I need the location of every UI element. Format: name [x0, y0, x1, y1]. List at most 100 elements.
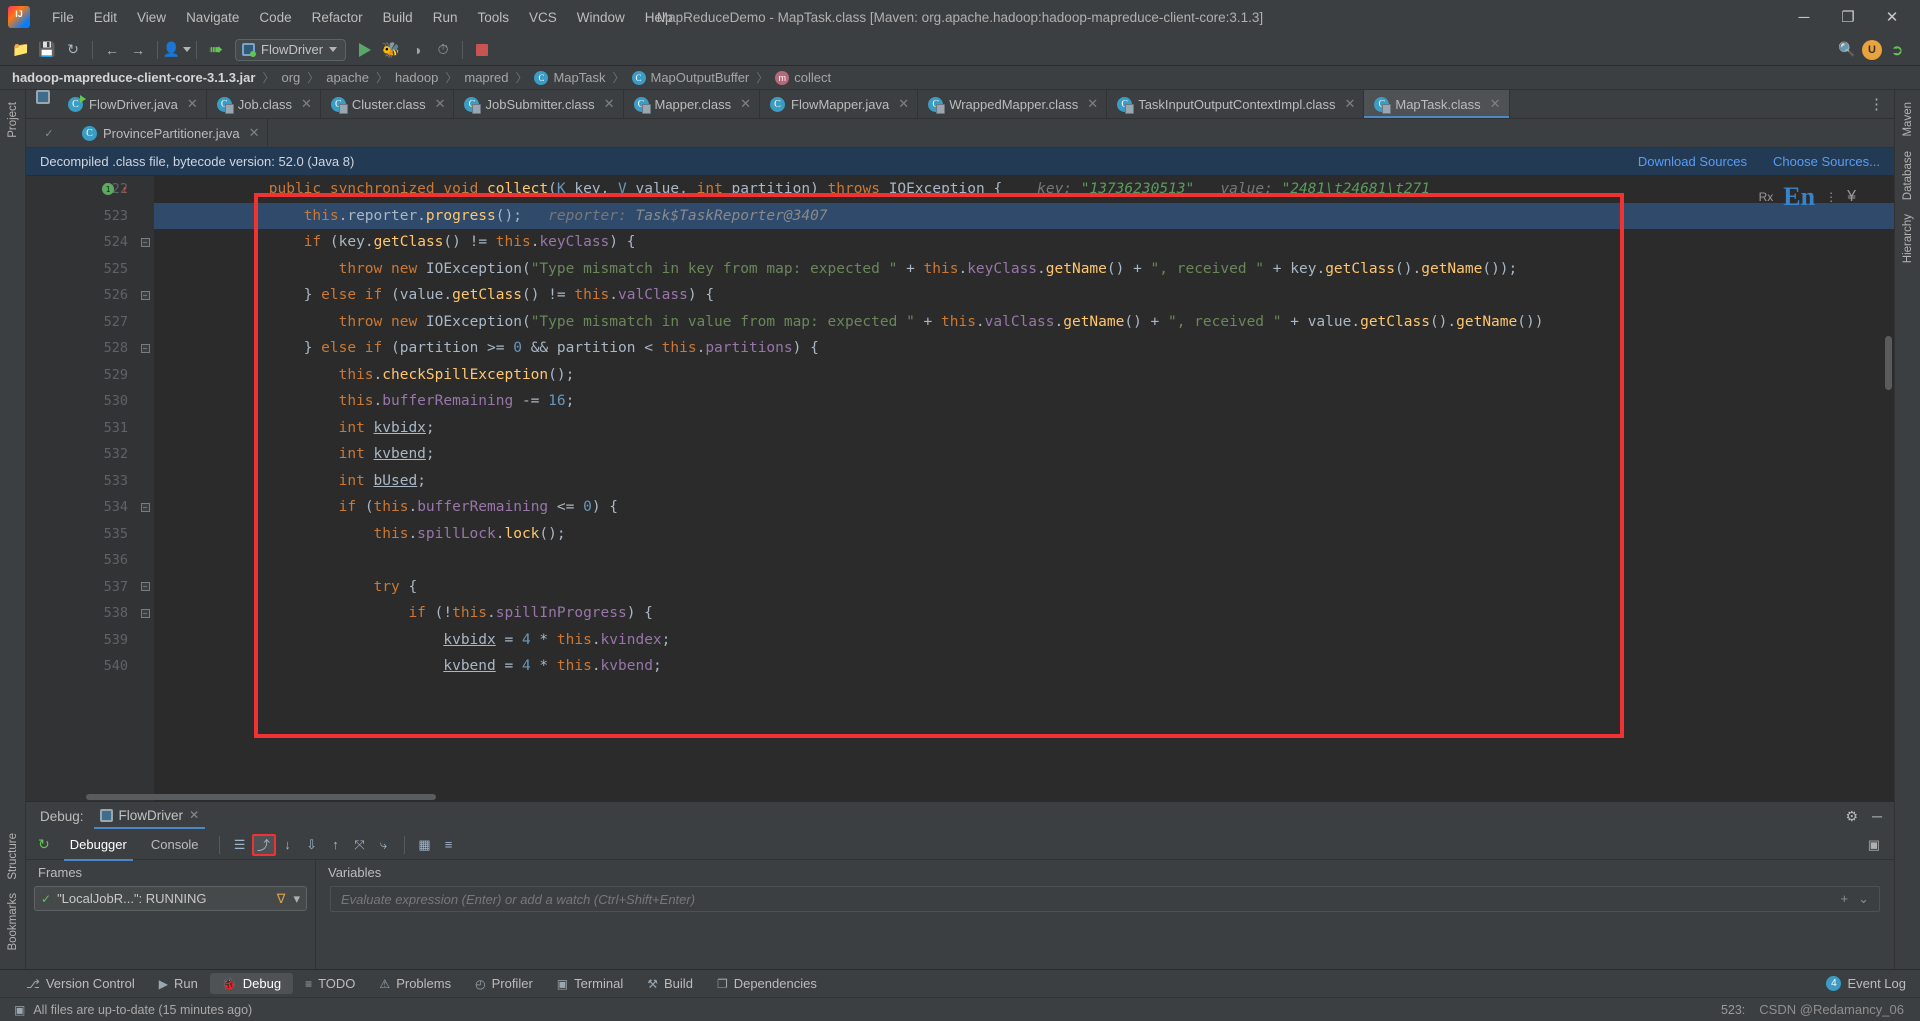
code-line[interactable]: if (key.getClass() != this.keyClass) { — [154, 229, 1894, 256]
choose-sources-link[interactable]: Choose Sources... — [1773, 154, 1880, 169]
tab-debugger[interactable]: Debugger — [58, 833, 139, 861]
breadcrumb-item-hadoop[interactable]: hadoop — [395, 70, 438, 85]
editor-vscrollbar[interactable] — [1882, 176, 1894, 801]
fold-marker[interactable] — [136, 653, 154, 680]
fold-marker[interactable] — [136, 362, 154, 389]
fold-marker[interactable]: − — [136, 600, 154, 627]
search-everywhere-icon[interactable]: 🔍 — [1834, 38, 1860, 62]
code-line[interactable]: throw new IOException("Type mismatch in … — [154, 256, 1894, 283]
toolwindow-dependencies[interactable]: ❐ Dependencies — [705, 973, 829, 994]
run-to-cursor-icon[interactable]: ⤷ — [372, 834, 396, 856]
tab-close-icon[interactable]: ✕ — [740, 96, 751, 112]
tab-job-class[interactable]: C Job.class ✕ — [206, 90, 321, 118]
fold-marker[interactable] — [136, 388, 154, 415]
toolwindow-profiler[interactable]: ◴ Profiler — [463, 973, 545, 994]
code-line[interactable]: int kvbidx; — [154, 415, 1894, 442]
editor-vscrollbar-thumb[interactable] — [1885, 336, 1892, 390]
debug-session-tab[interactable]: FlowDriver ✕ — [93, 803, 206, 829]
code-line[interactable]: int bUsed; — [154, 468, 1894, 495]
breadcrumb-item-collect[interactable]: m collect — [775, 70, 831, 85]
code-line[interactable]: this.reporter.progress(); reporter: Task… — [154, 202, 1894, 229]
code-line[interactable]: this.bufferRemaining -= 16; — [154, 388, 1894, 415]
code-line[interactable]: } else if (value.getClass() != this.valC… — [154, 282, 1894, 309]
close-button[interactable]: ✕ — [1870, 1, 1914, 33]
tab-taskinputoutputcontextimpl-class[interactable]: C TaskInputOutputContextImpl.class ✕ — [1107, 90, 1365, 118]
editor-hscrollbar-thumb[interactable] — [86, 794, 436, 800]
menu-file[interactable]: File — [42, 6, 84, 29]
tab-close-icon[interactable]: ✕ — [249, 125, 260, 141]
mute-breakpoints-icon[interactable]: ≡ — [437, 834, 461, 856]
fold-toggle-icon[interactable]: − — [140, 237, 150, 247]
fold-marker[interactable]: − — [136, 574, 154, 601]
line-number[interactable]: 524 — [26, 229, 136, 256]
line-number[interactable]: 533 — [26, 468, 136, 495]
add-watch-icon[interactable]: + — [1841, 891, 1849, 907]
fold-marker[interactable]: − — [136, 335, 154, 362]
editor-hscrollbar[interactable] — [26, 793, 1894, 801]
code-line[interactable]: public synchronized void collect(K key, … — [154, 176, 1894, 203]
sidebar-item-maven[interactable]: Maven — [1899, 96, 1917, 143]
sidebar-item-hierarchy[interactable]: Hierarchy — [1899, 208, 1917, 269]
line-number[interactable]: 540 — [26, 653, 136, 680]
toolwindow-problems[interactable]: ⚠ Problems — [367, 973, 463, 994]
run-configuration-selector[interactable]: FlowDriver — [235, 38, 347, 61]
avatar[interactable]: U — [1862, 39, 1882, 60]
line-number[interactable]: 539 — [26, 627, 136, 654]
run-button[interactable] — [352, 38, 378, 62]
toolwindow-todo[interactable]: ≡ TODO — [293, 973, 367, 994]
menu-build[interactable]: Build — [373, 6, 423, 29]
tab-close-icon[interactable]: ✕ — [435, 96, 446, 112]
code-line[interactable]: throw new IOException("Type mismatch in … — [154, 309, 1894, 336]
chevron-down-icon[interactable]: ▾ — [293, 891, 300, 907]
fold-toggle-icon[interactable]: − — [140, 343, 150, 353]
tab-flowdriver-java[interactable]: C FlowDriver.java ✕ — [58, 90, 207, 118]
event-log-button[interactable]: 4 Event Log — [1826, 976, 1906, 991]
tab-flowmapper-java[interactable]: C FlowMapper.java ✕ — [760, 90, 919, 118]
tab-cluster-class[interactable]: C Cluster.class ✕ — [320, 90, 455, 118]
fold-toggle-icon[interactable]: − — [140, 582, 150, 592]
fold-toggle-icon[interactable]: − — [140, 502, 150, 512]
save-all-icon[interactable]: 💾 — [34, 38, 60, 62]
toolwindow-build[interactable]: ⚒ Build — [635, 973, 705, 994]
tab-close-icon[interactable]: ✕ — [187, 96, 198, 112]
fold-marker[interactable]: − — [136, 229, 154, 256]
session-close-icon[interactable]: ✕ — [189, 808, 199, 822]
code-line[interactable] — [154, 547, 1894, 574]
code-line[interactable]: this.spillLock.lock(); — [154, 521, 1894, 548]
menu-tools[interactable]: Tools — [467, 6, 519, 29]
fold-marker[interactable]: − — [136, 282, 154, 309]
sidebar-item-structure[interactable]: Structure — [4, 827, 22, 886]
menu-vcs[interactable]: VCS — [519, 6, 567, 29]
tab-close-icon[interactable]: ✕ — [1490, 96, 1501, 112]
bookmark-icon[interactable]: 1 — [102, 183, 114, 196]
tab-console[interactable]: Console — [139, 833, 211, 856]
rerun-debug-icon[interactable]: ↻ — [36, 836, 58, 853]
menu-edit[interactable]: Edit — [84, 6, 127, 29]
debug-settings-icon[interactable]: ⚙ — [1846, 808, 1859, 825]
fold-marker[interactable] — [136, 415, 154, 442]
tab-close-icon[interactable]: ✕ — [604, 96, 615, 112]
code-line[interactable]: if (this.bufferRemaining <= 0) { — [154, 494, 1894, 521]
line-number[interactable]: 531 — [26, 415, 136, 442]
frame-selector[interactable]: ✓ "LocalJobR...": RUNNING ∇ ▾ — [34, 886, 307, 911]
filter-icon[interactable]: ∇ — [277, 891, 286, 907]
maximize-button[interactable]: ❐ — [1826, 1, 1870, 33]
code-line[interactable]: this.checkSpillException(); — [154, 362, 1894, 389]
fold-toggle-icon[interactable]: − — [140, 290, 150, 300]
minimize-button[interactable]: ─ — [1782, 1, 1826, 33]
restore-layout-icon[interactable]: ▣ — [1868, 837, 1894, 853]
code-line[interactable]: if (!this.spillInProgress) { — [154, 600, 1894, 627]
line-number[interactable]: 528 — [26, 335, 136, 362]
breadcrumb-item-jar[interactable]: hadoop-mapreduce-client-core-3.1.3.jar — [12, 70, 255, 85]
line-number[interactable]: 530 — [26, 388, 136, 415]
line-number[interactable]: 526 — [26, 282, 136, 309]
breadcrumb-item-maptask[interactable]: C MapTask — [534, 70, 605, 85]
open-project-icon[interactable]: 📁 — [8, 38, 34, 62]
menu-navigate[interactable]: Navigate — [176, 6, 249, 29]
download-sources-link[interactable]: Download Sources — [1638, 154, 1747, 169]
tab-row-collapse-icon[interactable]: ✓ — [26, 119, 72, 147]
line-number[interactable]: 532 — [26, 441, 136, 468]
tab-jobsubmitter-class[interactable]: C JobSubmitter.class ✕ — [454, 90, 624, 118]
watch-dropdown-icon[interactable]: ⌄ — [1858, 891, 1869, 907]
evaluate-expression-input[interactable]: Evaluate expression (Enter) or add a wat… — [330, 886, 1880, 912]
